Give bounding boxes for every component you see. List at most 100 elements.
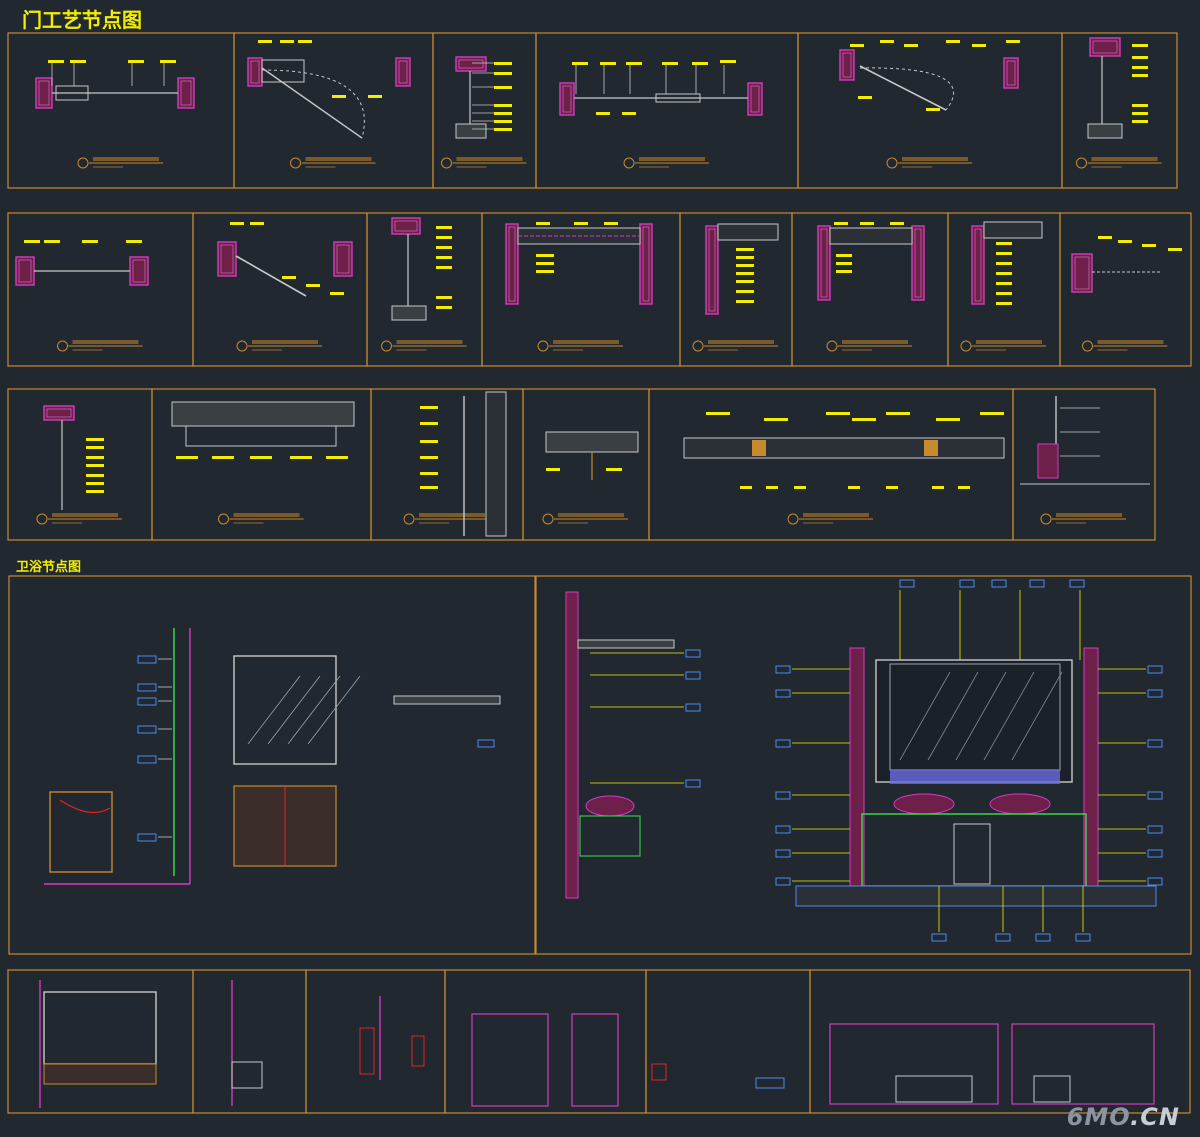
annotation-tag <box>326 456 348 459</box>
material-tag <box>775 877 791 886</box>
annotation-tag <box>420 456 438 459</box>
row1-title-4-caption <box>639 157 705 161</box>
material-tag <box>137 725 157 734</box>
material-tag <box>1147 739 1163 748</box>
row3-title-3-caption <box>419 513 485 517</box>
annotation-tag <box>86 482 104 485</box>
material-tag <box>137 655 157 664</box>
annotation-tag <box>536 254 554 257</box>
vanity-counter <box>861 813 1087 887</box>
row1-title-2-bubble <box>290 157 301 169</box>
wall-section <box>971 225 985 305</box>
vanity-elevation <box>43 1063 157 1085</box>
ceiling-section <box>171 401 355 427</box>
annotation-tag <box>958 486 970 489</box>
annotation-tag <box>596 112 610 115</box>
annotation-tag <box>626 62 642 65</box>
row3-title-2-scale <box>233 522 264 524</box>
annotation-tag <box>736 256 754 259</box>
annotation-tag <box>44 240 60 243</box>
annotation-tag <box>420 486 438 489</box>
annotation-tag <box>996 272 1012 275</box>
row3-title-3-bubble <box>403 513 415 525</box>
annotation-tag <box>176 456 198 459</box>
annotation-tag <box>494 112 512 115</box>
ceiling-section <box>577 639 675 649</box>
wall-section <box>395 57 411 87</box>
annotation-tag <box>766 486 778 489</box>
annotation-tag <box>836 254 852 257</box>
annotation-tag <box>826 412 850 415</box>
wall-section <box>1003 57 1019 89</box>
row2-title-2-caption <box>252 340 318 344</box>
row1-title-4-scale <box>639 166 669 168</box>
annotation-tag <box>70 60 86 63</box>
wall-section <box>1037 443 1059 479</box>
annotation-tag <box>606 468 622 471</box>
row1-panel-1 <box>7 32 235 189</box>
basin-left <box>893 793 955 815</box>
wall-section <box>391 217 421 235</box>
annotation-tag <box>436 246 452 249</box>
material-tag <box>1035 933 1051 942</box>
swing-door-leaf <box>859 65 947 111</box>
ceiling-fixture <box>752 440 766 456</box>
annotation-tag <box>848 486 860 489</box>
material-tag <box>775 689 791 698</box>
annotation-tag <box>972 44 986 47</box>
row3-title-3-scale <box>419 522 449 524</box>
material-tag <box>991 579 1007 588</box>
annotation-tag <box>1006 40 1020 43</box>
vanity-cabinet <box>49 791 113 873</box>
wall-section <box>839 49 855 81</box>
ceiling-fixture <box>924 440 938 456</box>
material-tag <box>137 833 157 842</box>
material-tag <box>1147 791 1163 800</box>
annotation-tag <box>436 306 452 309</box>
row3-title-2-bubble <box>218 513 229 525</box>
wall-section <box>559 82 575 116</box>
row1-title-5-caption <box>902 157 968 161</box>
material-tag <box>137 755 157 764</box>
row3-title-5-caption <box>803 513 869 517</box>
material-tag <box>1147 825 1163 834</box>
annotation-tag <box>946 40 960 43</box>
material-tag <box>995 933 1011 942</box>
material-tag <box>775 665 791 674</box>
annotation-tag <box>890 222 904 225</box>
annotation-tag <box>662 62 678 65</box>
mirror-elevation <box>233 655 337 765</box>
vanity-section <box>579 815 641 857</box>
row2-title-1-scale <box>72 349 103 351</box>
row1-title-2-scale <box>305 166 336 168</box>
annotation-tag <box>306 284 320 287</box>
annotation-tag <box>1132 104 1148 107</box>
annotation-tag <box>1132 120 1148 123</box>
row1-title-2-caption <box>305 157 372 161</box>
annotation-tag <box>886 412 910 415</box>
row1-title-6-scale <box>1091 166 1122 168</box>
annotation-tag <box>1132 44 1148 47</box>
bottom-panel-6 <box>809 969 1191 1114</box>
annotation-tag <box>926 108 940 111</box>
annotation-tag <box>86 438 104 441</box>
shower-side <box>571 1013 619 1107</box>
annotation-tag <box>996 262 1012 265</box>
row2-title-6-bubble <box>826 340 838 352</box>
row3-panel-4 <box>522 388 650 541</box>
annotation-tag <box>794 486 806 489</box>
material-tag <box>1069 579 1085 588</box>
annotation-tag <box>494 128 512 131</box>
annotation-tag <box>126 240 142 243</box>
annotation-tag <box>860 222 874 225</box>
basin-section <box>585 795 635 817</box>
annotation-tag <box>280 40 294 43</box>
row2-title-3-scale <box>396 349 427 351</box>
row3-title-1-bubble <box>36 513 48 525</box>
annotation-tag <box>250 456 272 459</box>
annotation-tag <box>996 292 1012 295</box>
wall-section <box>43 405 75 421</box>
annotation-tag <box>834 222 848 225</box>
row3-title-5-bubble <box>787 513 799 525</box>
annotation-tag <box>332 95 346 98</box>
